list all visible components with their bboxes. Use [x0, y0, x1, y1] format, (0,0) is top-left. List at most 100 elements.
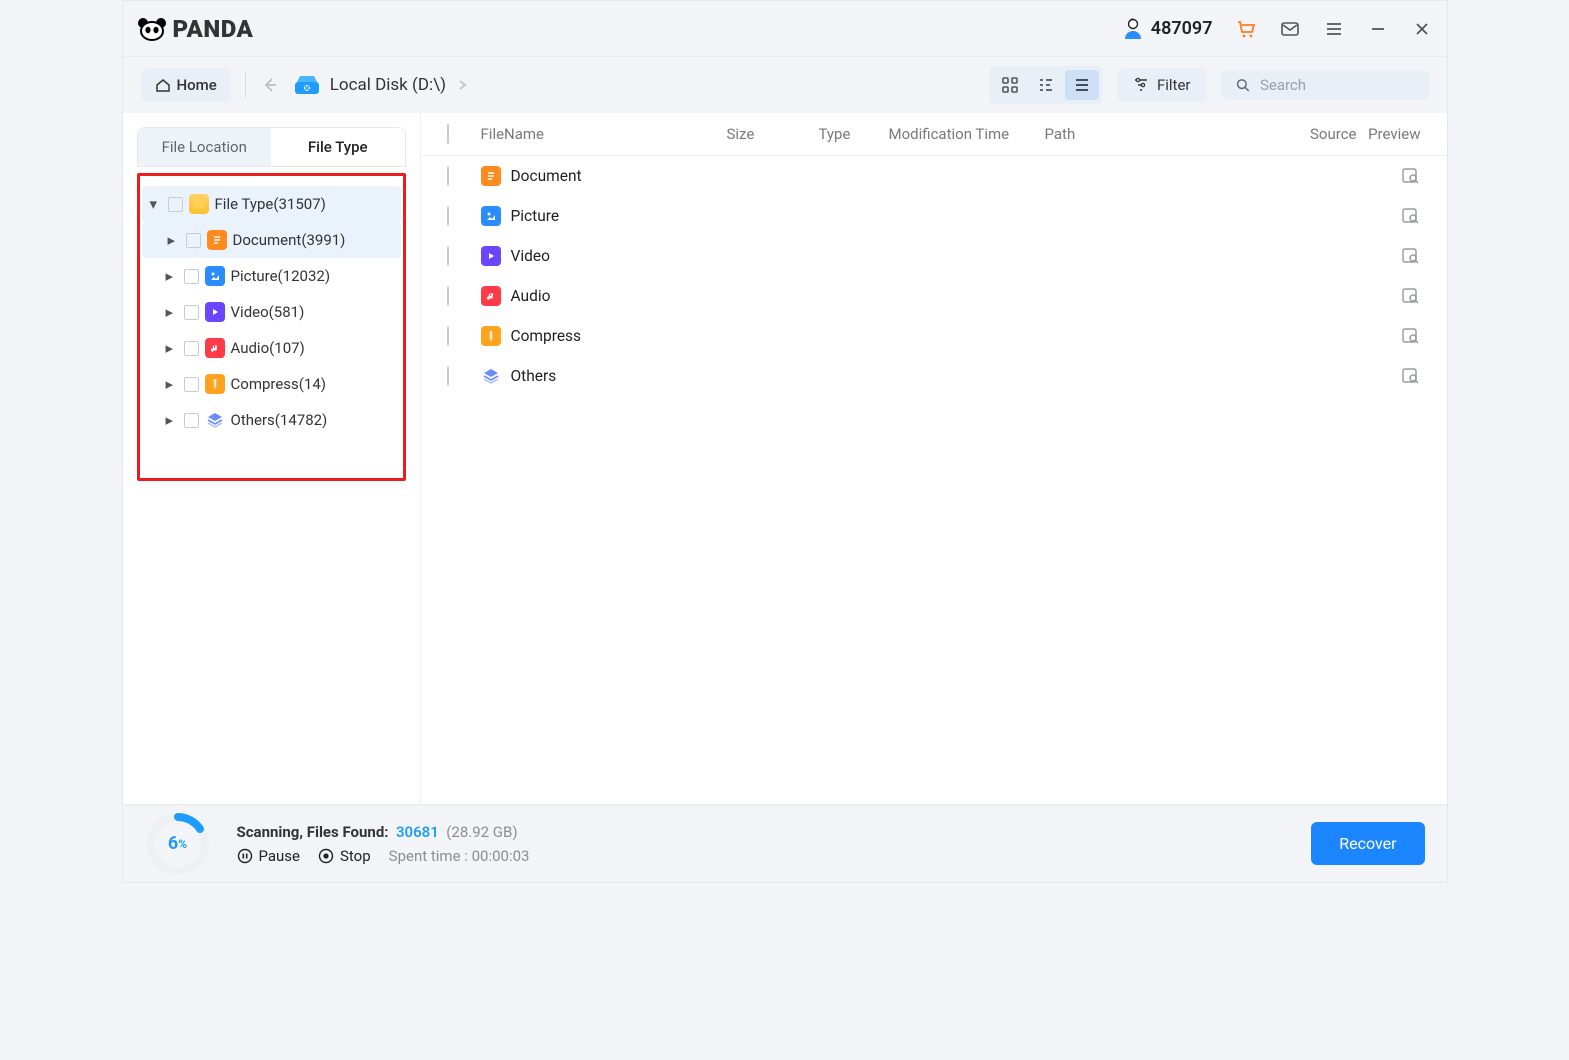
minimize-button[interactable] — [1367, 18, 1389, 40]
table-row[interactable]: Audio — [421, 276, 1447, 316]
row-filename: Picture — [511, 207, 560, 225]
checkbox[interactable] — [186, 233, 201, 248]
checkbox[interactable] — [184, 377, 199, 392]
vid-icon — [205, 302, 225, 322]
row-checkbox[interactable] — [447, 246, 449, 266]
pic-icon — [205, 266, 225, 286]
status-label: Scanning, Files Found: — [237, 823, 389, 841]
row-checkbox[interactable] — [447, 206, 449, 226]
tab-file-location[interactable]: File Location — [138, 128, 272, 166]
toolbar: Home Local Disk (D:\) Filter — [123, 57, 1447, 113]
panda-icon — [137, 17, 167, 41]
pause-button[interactable]: Pause — [237, 847, 301, 865]
brand-text: PANDA — [173, 15, 254, 43]
pause-label: Pause — [259, 847, 301, 865]
percent-suffix: % — [178, 837, 187, 851]
status-text-block: Scanning, Files Found: 30681 (28.92 GB) … — [237, 823, 530, 865]
preview-button[interactable] — [1401, 246, 1421, 266]
col-size[interactable]: Size — [727, 125, 819, 143]
col-type[interactable]: Type — [819, 125, 889, 143]
close-button[interactable] — [1411, 18, 1433, 40]
breadcrumb-location[interactable]: Local Disk (D:\) — [294, 74, 468, 96]
preview-button[interactable] — [1401, 366, 1421, 386]
user-count-value: 487097 — [1151, 18, 1213, 39]
tree-node-comp[interactable]: ▸Compress(14) — [140, 366, 403, 402]
filter-button[interactable]: Filter — [1117, 68, 1207, 102]
tab-file-type[interactable]: File Type — [271, 128, 405, 166]
disk-icon — [294, 74, 320, 96]
back-button[interactable] — [260, 75, 280, 95]
user-count[interactable]: 487097 — [1123, 18, 1213, 40]
tree-node-pic[interactable]: ▸ Picture(12032) — [140, 258, 403, 294]
col-filename[interactable]: FileName — [481, 125, 727, 143]
stop-button[interactable]: Stop — [318, 847, 371, 865]
search-box[interactable] — [1221, 70, 1429, 100]
checkbox[interactable] — [184, 305, 199, 320]
grid-view-button[interactable] — [993, 70, 1027, 100]
preview-button[interactable] — [1401, 166, 1421, 186]
app-logo: PANDA — [137, 15, 254, 43]
row-checkbox[interactable] — [447, 286, 449, 306]
caret-right-icon: ▸ — [166, 375, 178, 393]
vid-icon — [481, 246, 501, 266]
comp-icon — [481, 326, 501, 346]
spent-time: Spent time : 00:00:03 — [389, 847, 530, 865]
table-row[interactable]: Others — [421, 356, 1447, 396]
title-bar: PANDA 487097 — [123, 1, 1447, 57]
tree-node-label: Video(581) — [231, 303, 305, 321]
col-source[interactable]: Source — [1277, 125, 1357, 143]
app-window: PANDA 487097 Home Local Disk (D:\) — [122, 0, 1448, 883]
checkbox[interactable] — [168, 197, 183, 212]
scan-progress: 6% — [145, 811, 211, 877]
detail-view-button[interactable] — [1029, 70, 1063, 100]
table-row[interactable]: Compress — [421, 316, 1447, 356]
aud-icon — [205, 338, 225, 358]
table-row[interactable]: Document — [421, 156, 1447, 196]
tree-node-oth[interactable]: ▸Others(14782) — [140, 402, 403, 438]
row-checkbox[interactable] — [447, 326, 449, 346]
progress-percent: 6 — [168, 833, 178, 854]
checkbox[interactable] — [184, 341, 199, 356]
preview-button[interactable] — [1401, 206, 1421, 226]
preview-button[interactable] — [1401, 286, 1421, 306]
table-row[interactable]: Video — [421, 236, 1447, 276]
total-size: (28.92 GB) — [446, 823, 517, 841]
col-preview[interactable]: Preview — [1357, 125, 1421, 143]
oth-icon — [205, 410, 225, 430]
tree-node-aud[interactable]: ▸Audio(107) — [140, 330, 403, 366]
mail-icon[interactable] — [1279, 18, 1301, 40]
tree-node-doc[interactable]: ▸Document(3991) — [142, 222, 401, 258]
list-view-button[interactable] — [1065, 70, 1099, 100]
tree-node-label: Others(14782) — [231, 411, 328, 429]
caret-down-icon: ▾ — [150, 195, 162, 213]
checkbox[interactable] — [184, 269, 199, 284]
select-all-checkbox[interactable] — [447, 124, 449, 144]
row-checkbox[interactable] — [447, 166, 449, 186]
tree-node-label: Picture(12032) — [231, 267, 331, 285]
col-path[interactable]: Path — [1045, 125, 1277, 143]
caret-right-icon: ▸ — [166, 267, 178, 285]
col-modification[interactable]: Modification Time — [889, 125, 1045, 143]
content-area: FileName Size Type Modification Time Pat… — [421, 113, 1447, 804]
location-label: Local Disk (D:\) — [330, 75, 446, 95]
tree-node-label: Audio(107) — [231, 339, 305, 357]
checkbox[interactable] — [184, 413, 199, 428]
pic-icon — [481, 206, 501, 226]
row-filename: Video — [511, 247, 550, 265]
search-icon — [1235, 76, 1250, 94]
cart-icon[interactable] — [1235, 18, 1257, 40]
home-button[interactable]: Home — [141, 68, 231, 102]
table-row[interactable]: Picture — [421, 196, 1447, 236]
chevron-right-icon — [456, 79, 468, 91]
row-checkbox[interactable] — [447, 366, 449, 386]
tree-node-vid[interactable]: ▸Video(581) — [140, 294, 403, 330]
recover-button[interactable]: Recover — [1311, 822, 1424, 865]
search-input[interactable] — [1260, 76, 1415, 94]
comp-icon — [205, 374, 225, 394]
file-type-tree: ▾ File Type(31507) ▸Document(3991) ▸ Pictu… — [137, 173, 406, 481]
doc-icon — [207, 230, 227, 250]
menu-icon[interactable] — [1323, 18, 1345, 40]
tree-root-file-type[interactable]: ▾ File Type(31507) — [142, 186, 401, 222]
main-area: File Location File Type ▾ File Type(3150… — [123, 113, 1447, 804]
preview-button[interactable] — [1401, 326, 1421, 346]
